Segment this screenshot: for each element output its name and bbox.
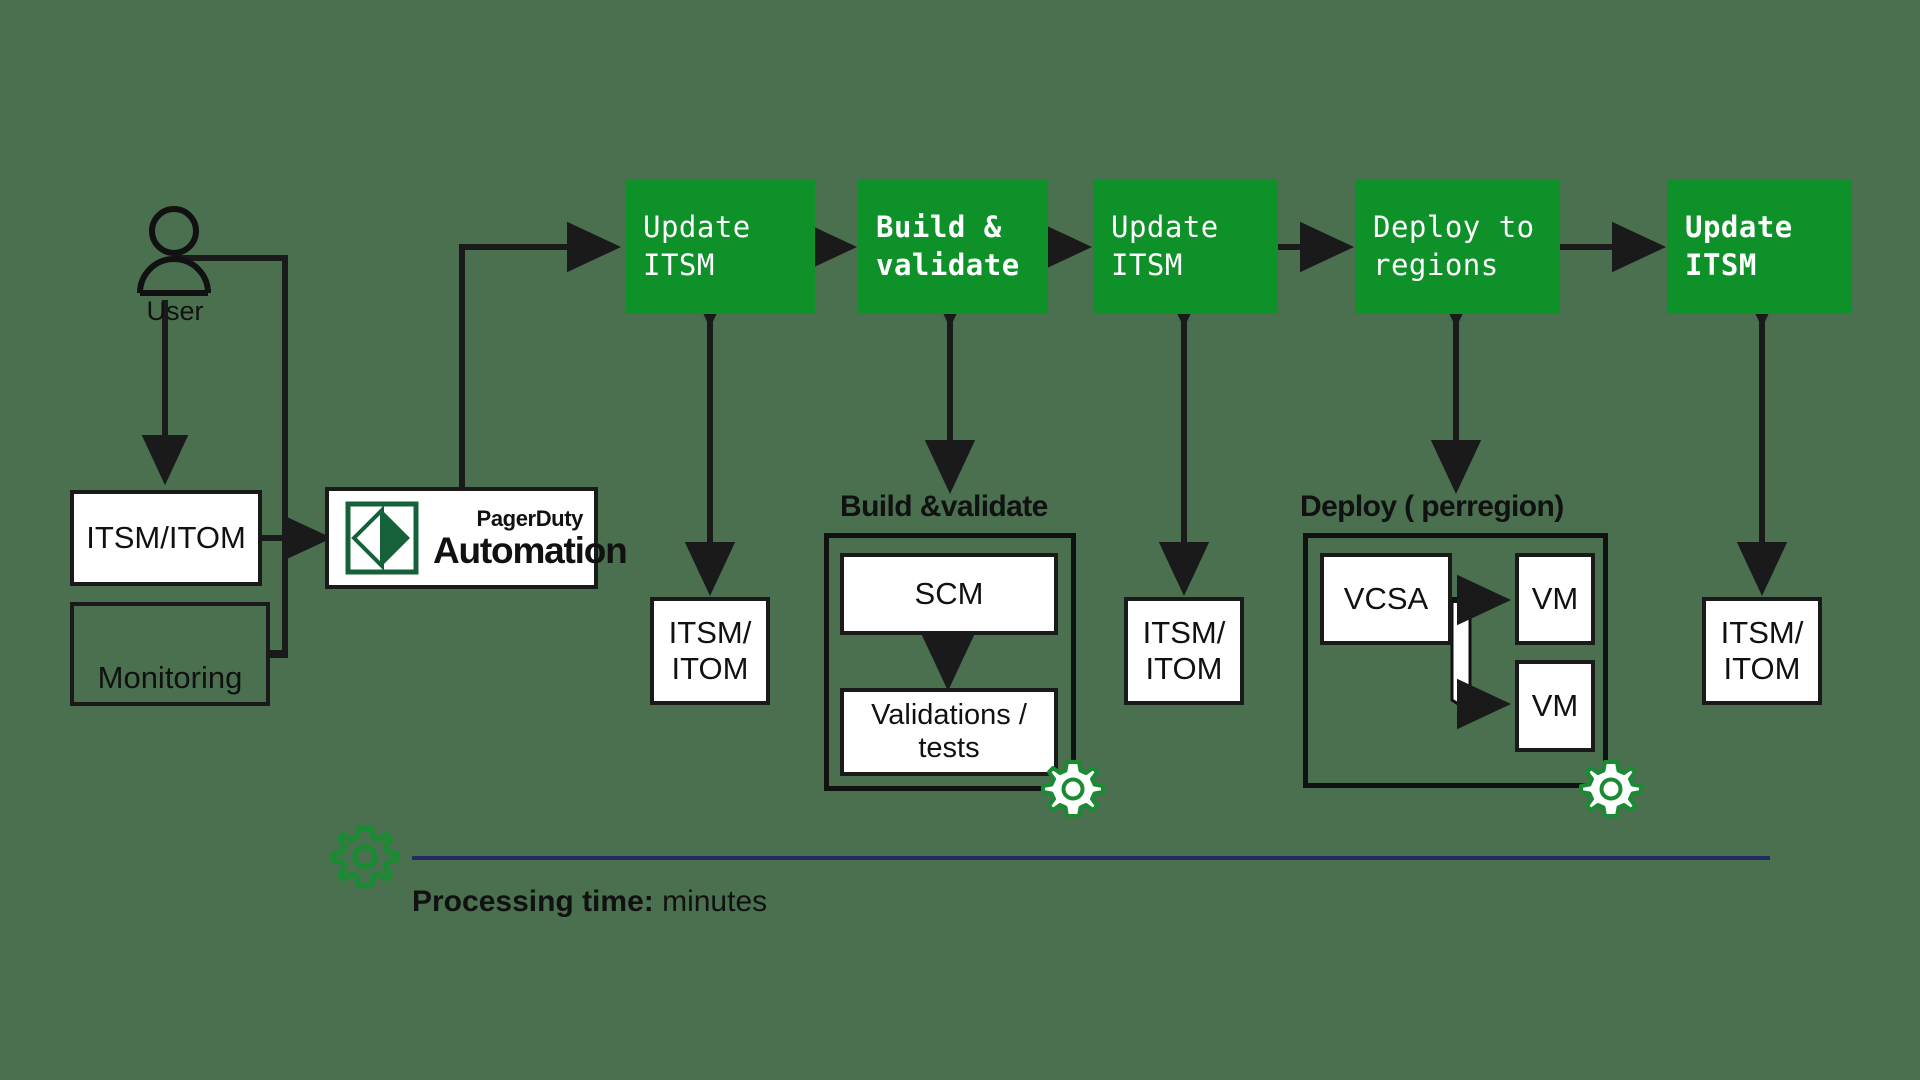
pagerduty-brand-bottom: Automation [433, 529, 628, 571]
process-update-itsm-1[interactable]: Update ITSM [625, 180, 815, 314]
process-build-validate[interactable]: Build & validate [858, 180, 1048, 314]
processing-time-prefix: Processing time: [412, 885, 654, 918]
build-step-scm[interactable]: SCM [840, 553, 1058, 635]
timeline-gear-icon [330, 823, 400, 898]
pagerduty-automation-box[interactable]: PagerDuty Automation [325, 487, 628, 589]
itsm-sink-label: ITSM/ ITOM [1720, 615, 1804, 686]
build-group-gear-icon [1040, 757, 1106, 828]
deploy-source-label: VCSA [1343, 581, 1429, 617]
itsm-sink-1[interactable]: ITSM/ ITOM [650, 597, 770, 705]
build-step-validations[interactable]: Validations / tests [840, 688, 1058, 776]
process-label: Update ITSM [1111, 210, 1219, 282]
deploy-target-vm-2[interactable]: VM [1515, 660, 1595, 752]
build-step-label: SCM [914, 576, 984, 612]
process-update-itsm-2[interactable]: Update ITSM [1093, 180, 1278, 314]
build-step-label: Validations / tests [871, 698, 1027, 764]
process-label: Build & validate [876, 210, 1020, 282]
itsm-itom-source-label: ITSM/ITOM [86, 520, 246, 556]
itsm-sink-label: ITSM/ ITOM [1142, 615, 1226, 686]
monitoring-box[interactable]: Monitoring [70, 602, 270, 706]
diagram-canvas: User ITSM/ITOM Monitoring PagerDuty Auto… [0, 0, 1920, 1080]
process-label: Update ITSM [643, 210, 751, 282]
itsm-sink-label: ITSM/ ITOM [668, 615, 752, 686]
deploy-target-vm-1[interactable]: VM [1515, 553, 1595, 645]
deploy-group-gear-icon [1578, 757, 1644, 828]
pagerduty-wordmark: PagerDuty Automation [433, 505, 628, 571]
build-group-label: Build &validate [840, 490, 1048, 523]
edge-platform-to-update-itsm-1 [459, 221, 621, 487]
pagerduty-brand-top: PagerDuty [476, 505, 584, 531]
deploy-target-label: VM [1531, 581, 1579, 617]
process-deploy-regions[interactable]: Deploy to regions [1355, 180, 1560, 314]
pagerduty-diamond-logo [345, 501, 419, 575]
process-label: Update ITSM [1685, 210, 1793, 282]
processing-time-value: minutes [653, 885, 768, 918]
itsm-sink-2[interactable]: ITSM/ ITOM [1124, 597, 1244, 705]
user-icon [136, 205, 212, 302]
deploy-group-label: Deploy ( perregion) [1300, 490, 1564, 523]
deploy-source-vcsa[interactable]: VCSA [1320, 553, 1452, 645]
processing-time-label: Processing time: minutes [412, 885, 767, 919]
monitoring-label: Monitoring [97, 660, 243, 695]
user-label: User [146, 296, 204, 326]
deploy-target-label: VM [1531, 688, 1579, 724]
itsm-sink-3[interactable]: ITSM/ ITOM [1702, 597, 1822, 705]
process-update-itsm-3[interactable]: Update ITSM [1667, 180, 1852, 314]
process-label: Deploy to regions [1373, 210, 1535, 282]
itsm-itom-source-box[interactable]: ITSM/ITOM [70, 490, 262, 586]
